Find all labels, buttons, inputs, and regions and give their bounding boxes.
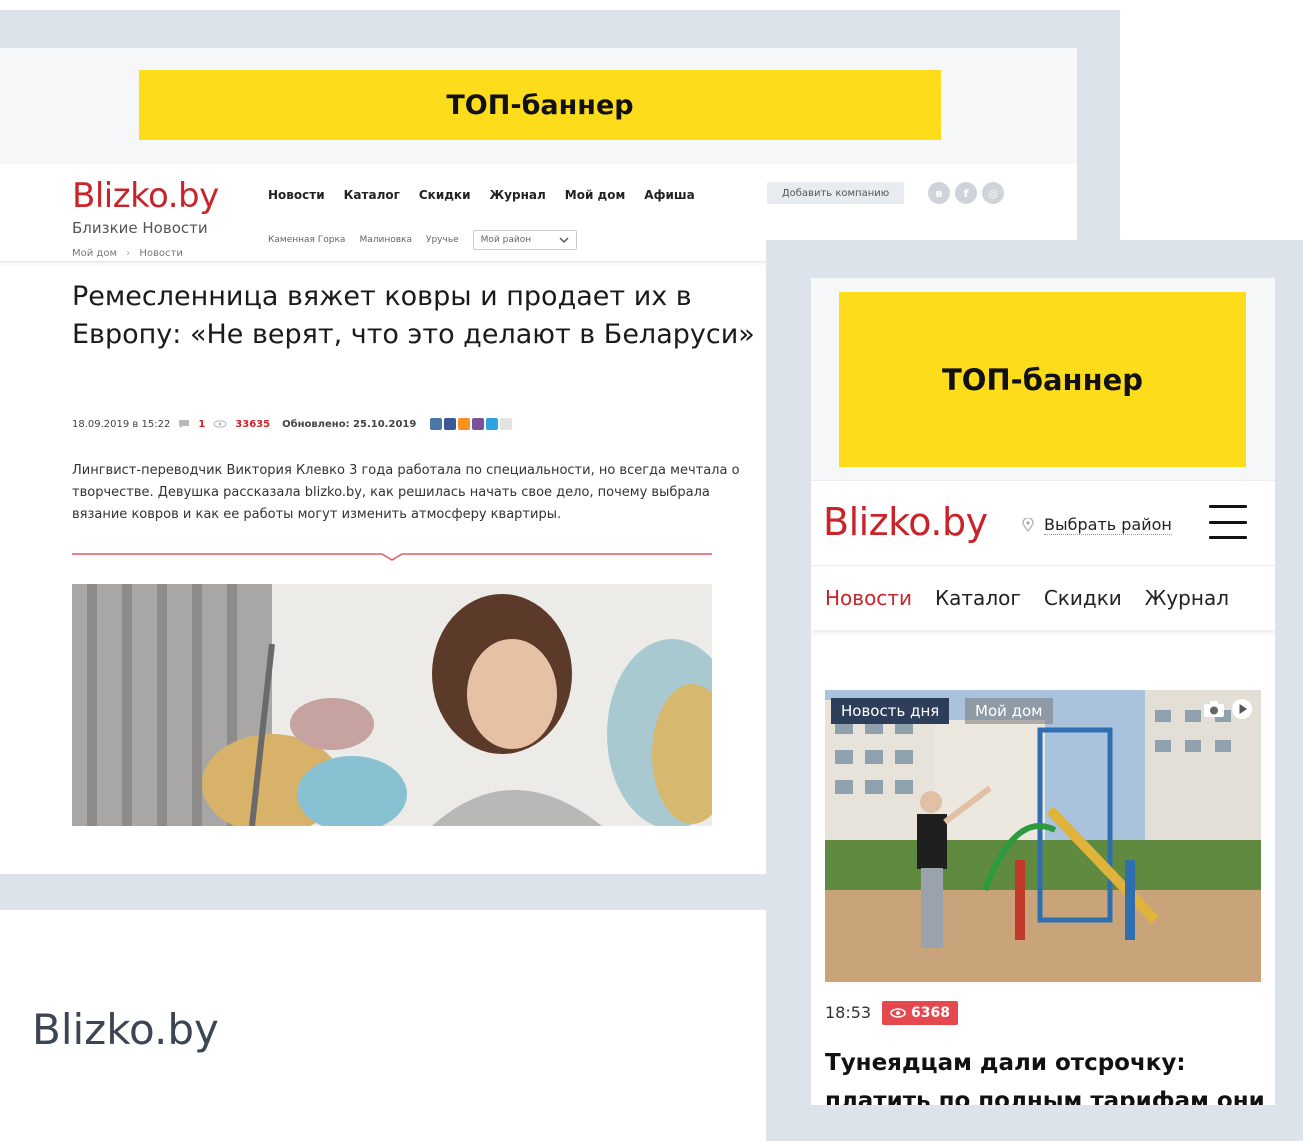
news-photo-illustration xyxy=(825,690,1261,982)
brand-caption: Blizko.by xyxy=(32,1005,219,1054)
news-card-image[interactable]: Новость дня Мой дом xyxy=(825,690,1261,982)
district-select[interactable]: Мой район xyxy=(472,230,577,250)
article-photo xyxy=(72,584,712,826)
play-icon xyxy=(1232,699,1252,719)
camera-icon xyxy=(1204,701,1224,717)
mobile-page: ТОП-баннер Blizko.by Выбрать район Новос… xyxy=(811,278,1275,1105)
desktop-banner-area: ТОП-баннер xyxy=(0,48,1077,164)
tag-news-of-day[interactable]: Новость дня xyxy=(831,698,950,724)
desktop-district-nav: Каменная Горка Малиновка Уручье Мой райо… xyxy=(268,230,577,250)
news-views-count: 6368 xyxy=(911,1005,950,1021)
desktop-logo[interactable]: Blizko.by xyxy=(72,176,219,216)
breadcrumb-separator: › xyxy=(126,248,131,259)
instagram-icon[interactable]: ◎ xyxy=(982,182,1004,204)
add-company-button[interactable]: Добавить компанию xyxy=(767,182,904,204)
location-pin-icon xyxy=(1022,518,1034,532)
news-headline[interactable]: Тунеядцам дали отсрочку: платить по полн… xyxy=(825,1044,1265,1105)
chevron-down-icon xyxy=(559,237,569,243)
news-time: 18:53 xyxy=(825,1003,872,1022)
view-count: 33635 xyxy=(235,418,271,430)
article-title: Ремесленница вяжет ковры и продает их в … xyxy=(72,281,755,350)
desktop-tagline: Близкие Новости xyxy=(72,219,208,237)
article-date: 18.09.2019 в 15:22 xyxy=(72,418,171,430)
hamburger-menu-icon[interactable] xyxy=(1209,505,1247,539)
vk-icon[interactable]: в xyxy=(928,182,950,204)
district-link-malinovka[interactable]: Малиновка xyxy=(359,235,412,245)
mobile-top-banner[interactable]: ТОП-баннер xyxy=(839,292,1246,467)
mobile-header: Blizko.by Выбрать район xyxy=(811,480,1275,566)
desktop-main-nav: Новости Каталог Скидки Журнал Мой дом Аф… xyxy=(268,188,695,202)
share-facebook-icon[interactable] xyxy=(444,418,457,430)
nav-item-journal[interactable]: Журнал xyxy=(489,188,545,202)
tag-my-home[interactable]: Мой дом xyxy=(965,698,1053,724)
mobile-banner-area: ТОП-баннер xyxy=(811,278,1275,480)
share-ok-icon[interactable] xyxy=(458,418,471,430)
mobile-nav-journal[interactable]: Журнал xyxy=(1145,586,1229,610)
facebook-icon[interactable]: f xyxy=(955,182,977,204)
news-views-badge: 6368 xyxy=(882,1001,958,1025)
updated-date: Обновлено: 25.10.2019 xyxy=(282,418,417,430)
breadcrumb-my-home[interactable]: Мой дом xyxy=(72,248,117,259)
nav-item-catalog[interactable]: Каталог xyxy=(344,188,400,202)
nav-item-news[interactable]: Новости xyxy=(268,188,325,202)
mobile-main-nav: Новости Каталог Скидки Журнал xyxy=(811,566,1275,630)
nav-item-my-home[interactable]: Мой дом xyxy=(565,188,626,202)
district-select-value: Мой район xyxy=(480,235,532,245)
social-links: в f ◎ xyxy=(928,182,1004,204)
mobile-nav-catalog[interactable]: Каталог xyxy=(935,586,1021,610)
comment-count[interactable]: 1 xyxy=(198,419,205,430)
article-photo-illustration xyxy=(72,584,712,826)
mobile-nav-news[interactable]: Новости xyxy=(825,586,912,610)
mobile-nav-discounts[interactable]: Скидки xyxy=(1044,586,1122,610)
district-link-uruchye[interactable]: Уручье xyxy=(426,235,459,245)
nav-item-discounts[interactable]: Скидки xyxy=(419,188,471,202)
eye-icon xyxy=(890,1008,906,1018)
article-meta: 18.09.2019 в 15:22 1 33635 Обновлено: 25… xyxy=(72,418,513,430)
nav-item-afisha[interactable]: Афиша xyxy=(644,188,694,202)
article-divider xyxy=(72,553,712,561)
breadcrumb: Мой дом › Новости xyxy=(72,248,183,259)
eye-icon xyxy=(213,420,227,428)
share-buttons xyxy=(430,418,513,430)
comment-icon xyxy=(179,420,190,428)
article-lead: Лингвист-переводчик Виктория Клевко 3 го… xyxy=(72,463,740,522)
district-link-kamennaya-gorka[interactable]: Каменная Горка xyxy=(268,235,345,245)
share-telegram-icon[interactable] xyxy=(486,418,499,430)
share-more-icon[interactable] xyxy=(500,418,513,430)
desktop-top-banner[interactable]: ТОП-баннер xyxy=(139,70,941,140)
share-vk-icon[interactable] xyxy=(430,418,443,430)
breadcrumb-news[interactable]: Новости xyxy=(139,248,182,259)
share-viber-icon[interactable] xyxy=(472,418,485,430)
mobile-logo[interactable]: Blizko.by xyxy=(823,499,988,545)
select-district-link[interactable]: Выбрать район xyxy=(1044,515,1172,535)
